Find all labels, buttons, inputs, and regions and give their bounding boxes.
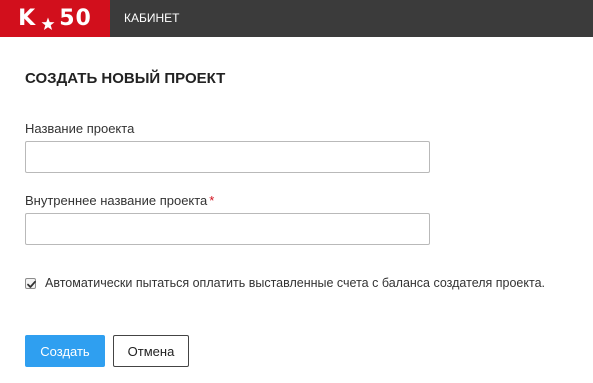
- cancel-button[interactable]: Отмена: [113, 335, 189, 367]
- nav-item-cabinet[interactable]: КАБИНЕТ: [124, 0, 180, 37]
- project-name-label: Название проекта: [25, 121, 135, 136]
- page-title: СОЗДАТЬ НОВЫЙ ПРОЕКТ: [25, 70, 226, 87]
- logo-letter: K: [18, 6, 37, 31]
- logo-number: 50: [59, 6, 92, 31]
- auto-pay-option[interactable]: Автоматически пытаться оплатить выставле…: [25, 276, 545, 290]
- auto-pay-label: Автоматически пытаться оплатить выставле…: [45, 276, 546, 290]
- internal-name-label: Внутреннее название проекта *: [25, 193, 215, 208]
- project-name-input[interactable]: [25, 141, 430, 173]
- logo[interactable]: K 50: [0, 0, 110, 37]
- top-bar: K 50 КАБИНЕТ: [0, 0, 593, 37]
- internal-name-input[interactable]: [25, 213, 430, 245]
- auto-pay-checkbox[interactable]: [25, 277, 36, 289]
- required-mark: *: [209, 193, 215, 208]
- create-button[interactable]: Создать: [25, 335, 105, 367]
- checkmark-icon: [27, 280, 36, 288]
- star-icon: [41, 12, 55, 30]
